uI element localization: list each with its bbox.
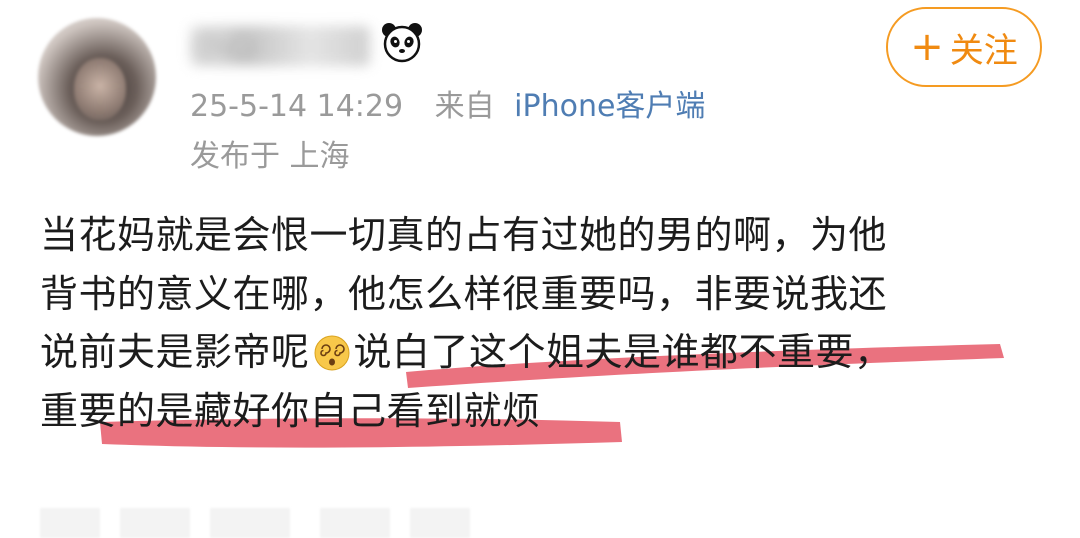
post-body: 当花妈就是会恨一切真的占有过她的男的啊，为他 背书的意义在哪，他怎么样很重要吗，… — [40, 206, 1050, 440]
next-post-cutoff — [40, 508, 470, 538]
post-line: 说前夫是影帝呢 说白了这个姐夫是谁都不重要， — [40, 323, 1050, 382]
avatar-face — [74, 58, 126, 120]
post-line-highlighted: 说白了这个姐夫是谁都不重要， — [353, 330, 893, 374]
username[interactable]: 小心 — [190, 26, 370, 66]
location: 发布于 上海 — [190, 139, 350, 174]
avatar[interactable] — [38, 18, 156, 136]
follow-button[interactable]: + 关注 — [886, 7, 1042, 87]
follow-label: 关注 — [949, 30, 1018, 71]
post-line: 背书的意义在哪，他怎么样很重要吗，非要说我还 — [40, 271, 888, 316]
post-line-text: 说前夫是影帝呢 — [40, 330, 310, 374]
client-link[interactable]: iPhone客户端 — [514, 89, 705, 124]
post-line: 当花妈就是会恨一切真的占有过她的男的啊，为他 — [40, 213, 888, 257]
plus-icon: + — [910, 24, 944, 70]
panda-icon — [382, 23, 422, 63]
post-line: 重要的是藏好你自己看到就烦 — [40, 388, 541, 433]
timestamp: 25-5-14 14:29 — [190, 89, 404, 124]
dizzy-face-emoji — [314, 335, 350, 371]
from-label: 来自 — [434, 89, 495, 124]
post-meta: 25-5-14 14:29 来自 iPhone客户端 — [190, 86, 705, 128]
username-text: 小心 — [190, 27, 259, 65]
